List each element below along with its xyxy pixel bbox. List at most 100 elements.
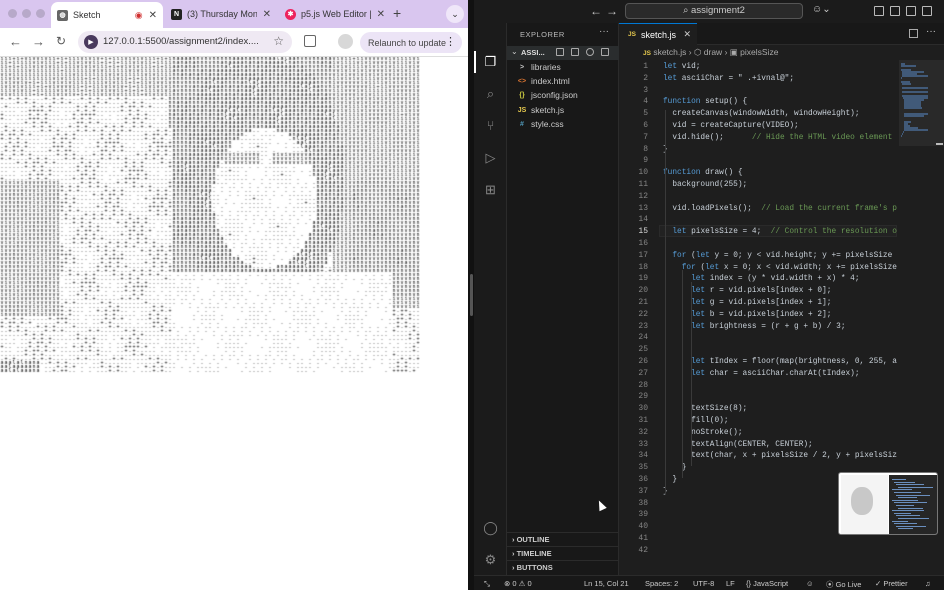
preview-code-line (892, 520, 908, 522)
forward-arrow-icon[interactable]: → (606, 4, 618, 18)
collapse-all-icon[interactable] (601, 48, 609, 56)
tab-sketch-js[interactable]: JS sketch.js ✕ (619, 23, 697, 45)
minimap-line (901, 65, 917, 67)
address-bar[interactable]: ▶ 127.0.0.1:5500/assignment2/index.... ☆ (78, 31, 292, 53)
file-name: sketch.js (531, 105, 565, 115)
toggle-panel-icon[interactable] (890, 6, 900, 16)
indent-guide (691, 282, 692, 466)
tab-search-icon[interactable]: ⌄ (446, 5, 464, 23)
tab-thursday[interactable]: N (3) Thursday Mon ✕ (165, 3, 277, 25)
split-editor-icon[interactable] (909, 29, 918, 38)
window-close-button[interactable] (8, 9, 17, 18)
language-mode[interactable]: {} JavaScript (746, 579, 788, 588)
preview-code-line (894, 492, 921, 493)
run-debug-icon[interactable]: ▷ (482, 149, 499, 166)
back-arrow-icon[interactable]: ← (9, 34, 22, 49)
breadcrumb-file[interactable]: sketch.js (653, 47, 686, 57)
split-resize-handle[interactable] (470, 274, 473, 316)
account-icon[interactable]: ◯ (482, 519, 499, 536)
indent-guide (682, 270, 683, 478)
file-item-index-html[interactable]: <> index.html (517, 74, 570, 88)
code-line: vid = createCapture(VIDEO); (663, 122, 799, 130)
refresh-icon[interactable] (586, 48, 594, 56)
close-icon[interactable]: ✕ (149, 10, 157, 21)
remote-icon[interactable]: ⤡ (484, 579, 490, 589)
reload-icon[interactable]: ↻ (56, 34, 66, 48)
new-folder-icon[interactable] (571, 48, 579, 56)
gear-icon[interactable]: ⚙ (482, 551, 499, 568)
breadcrumb-variable[interactable]: pixelsSize (740, 47, 778, 57)
tab-p5-editor[interactable]: ✱ p5.js Web Editor | ✕ (279, 3, 391, 25)
extensions-icon[interactable]: ⊞ (482, 181, 499, 198)
line-number: 19 (638, 274, 648, 284)
code-line: let asciiChar = " .+ivnal@"; (663, 74, 795, 83)
preview-code-line (892, 479, 906, 480)
search-icon[interactable]: ⌕ (482, 85, 499, 102)
close-icon[interactable]: ✕ (377, 9, 385, 20)
encoding[interactable]: UTF-8 (693, 579, 714, 588)
preview-code-line (898, 518, 929, 519)
file-item-sketch-js[interactable]: JS sketch.js (517, 103, 564, 117)
more-icon[interactable]: ··· (926, 26, 936, 37)
file-item-libraries[interactable]: > libraries (517, 60, 561, 74)
bell-icon[interactable]: ♫ (925, 579, 931, 588)
line-number: 33 (638, 439, 648, 449)
relaunch-button[interactable]: Relaunch to update ⋮ (360, 32, 462, 53)
preview-code-line (896, 484, 924, 486)
cursor-position[interactable]: Ln 15, Col 21 (584, 579, 629, 588)
folder-header[interactable]: ⌄ ASSI... (507, 46, 619, 60)
go-live-button[interactable]: ⦿ Go Live (826, 579, 861, 590)
line-number: 24 (638, 333, 648, 343)
copilot-status-icon[interactable]: ☺ (806, 579, 814, 588)
source-control-icon[interactable]: ⑂ (482, 117, 499, 134)
breadcrumb-function[interactable]: draw (704, 47, 722, 57)
editor-tabs: JS sketch.js ✕ ··· (619, 23, 944, 45)
command-center-search[interactable]: ⌕ assignment2 (625, 3, 803, 19)
code-line: vid.loadPixels(); // Load the current fr… (663, 204, 897, 213)
toggle-sidebar-icon[interactable] (874, 6, 884, 16)
line-number: 18 (638, 262, 648, 272)
window-zoom-button[interactable] (36, 9, 45, 18)
line-ending[interactable]: LF (726, 579, 735, 588)
forward-arrow-icon[interactable]: → (32, 34, 45, 49)
globe-icon: ◍ (57, 9, 68, 21)
copilot-icon[interactable]: ☺⌄ (812, 4, 831, 15)
indentation[interactable]: Spaces: 2 (645, 579, 678, 588)
prettier-button[interactable]: ✓ Prettier (875, 579, 908, 588)
toggle-secondary-sidebar-icon[interactable] (906, 6, 916, 16)
file-item-jsconfig[interactable]: {} jsconfig.json (517, 88, 578, 102)
screen-recording-preview[interactable] (838, 472, 938, 535)
preview-ascii-thumbnail (841, 475, 888, 534)
close-icon[interactable]: ✕ (263, 9, 271, 20)
search-icon: ⌕ (683, 5, 689, 16)
indent-guide (665, 110, 666, 494)
close-icon[interactable]: ✕ (683, 29, 691, 40)
p5-asterisk-icon: ✱ (285, 8, 296, 20)
bookmark-star-icon[interactable]: ☆ (273, 34, 284, 48)
outline-section[interactable]: › OUTLINE (507, 532, 619, 546)
line-number: 40 (638, 522, 648, 532)
file-item-style-css[interactable]: # style.css (517, 117, 564, 131)
timeline-section[interactable]: › TIMELINE (507, 546, 619, 560)
avatar[interactable] (338, 34, 353, 49)
line-number: 12 (638, 191, 648, 201)
more-icon[interactable]: ··· (599, 26, 609, 37)
problems-indicator[interactable]: ⊗ 0 ⚠ 0 (504, 579, 532, 588)
line-number: 3 (643, 85, 648, 95)
extensions-icon[interactable] (304, 35, 316, 47)
customize-layout-icon[interactable] (922, 6, 932, 16)
new-tab-button[interactable]: + (393, 5, 401, 21)
new-file-icon[interactable] (556, 48, 564, 56)
tab-sketch[interactable]: ◍ Sketch ◉ ✕ (51, 2, 163, 28)
window-minimize-button[interactable] (22, 9, 31, 18)
page-viewport (0, 57, 468, 590)
files-icon[interactable]: ❐ (482, 53, 499, 70)
search-text: assignment2 (691, 5, 745, 16)
code-line: function draw() { (663, 169, 743, 178)
more-vertical-icon[interactable]: ⋮ (445, 35, 456, 48)
buttons-section[interactable]: › BUTTONS (507, 560, 619, 574)
url-text[interactable]: 127.0.0.1:5500/assignment2/index.... (103, 36, 263, 47)
breadcrumb: JS sketch.js › ⬡ draw › ▣ pixelsSize (619, 45, 944, 59)
minimap-line (902, 75, 928, 77)
back-arrow-icon[interactable]: ← (590, 4, 602, 18)
